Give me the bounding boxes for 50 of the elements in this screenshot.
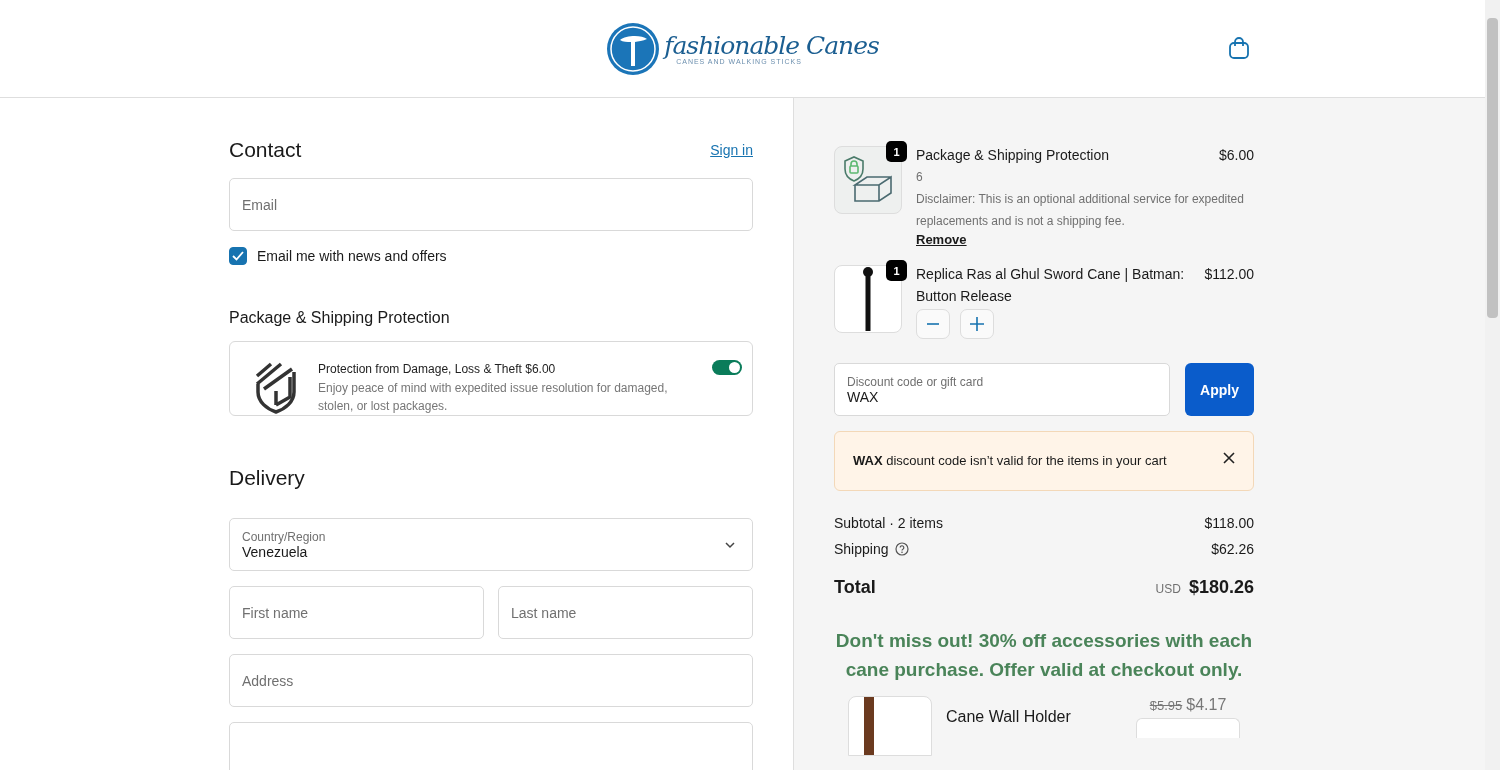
help-icon[interactable] <box>894 542 909 556</box>
protection-heading: Package & Shipping Protection <box>229 309 451 327</box>
first-name-field[interactable]: First name <box>229 586 484 639</box>
shield-box-icon <box>841 155 895 205</box>
chevron-down-icon <box>724 541 736 549</box>
promo-message: Don't miss out! 30% off accessories with each cane purchase. Offer valid at checkout only. <box>834 629 1254 682</box>
subtotal-value: $118.00 <box>1204 515 1254 531</box>
contact-heading: Contact <box>229 138 302 162</box>
total-label: Total <box>834 577 876 598</box>
error-message: WAX discount code isn’t valid for the items in your cart <box>853 452 1168 470</box>
increase-button[interactable] <box>960 309 994 339</box>
shipping-value: $62.26 <box>1211 541 1254 557</box>
discount-field[interactable]: Discount code or gift card WAX <box>834 363 1170 416</box>
cane-drawing <box>861 267 875 331</box>
delivery-heading: Delivery <box>229 466 306 490</box>
product-name: Cane Wall Holder <box>946 708 1072 726</box>
apply-button[interactable]: Apply <box>1185 363 1254 416</box>
item-name: Replica Ras al Ghul Sword Cane | Batman: Button Release <box>916 265 1185 306</box>
close-icon[interactable] <box>1223 452 1235 464</box>
checkbox[interactable] <box>229 247 247 265</box>
shopping-bag-icon[interactable] <box>1228 36 1250 60</box>
plus-icon <box>969 316 985 332</box>
address-field[interactable]: Address <box>229 654 753 707</box>
item-price: $6.00 <box>1218 146 1254 165</box>
email-field[interactable]: Email <box>229 178 753 231</box>
item-name: Package & Shipping Protection <box>916 146 1109 165</box>
sign-in-link[interactable]: Sign in <box>710 142 753 158</box>
protection-title: Protection from Damage, Loss & Theft $6.00 <box>318 362 557 376</box>
last-name-field[interactable]: Last name <box>498 586 753 639</box>
item-price: $112.00 <box>1204 265 1254 284</box>
input-field[interactable] <box>229 722 753 770</box>
sale-price: $4.17 <box>1186 696 1227 714</box>
remove-link[interactable]: Remove <box>916 232 967 247</box>
currency-code: USD <box>1155 582 1181 596</box>
original-price: $5.95 <box>1149 697 1183 713</box>
shield-icon <box>254 362 298 414</box>
quantity-badge: 1 <box>886 141 907 162</box>
subtotal-label: Subtotal · 2 items <box>834 515 943 531</box>
item-variant: 6 <box>916 169 924 186</box>
logo-title: fashionable Canes <box>664 32 879 58</box>
country-select[interactable]: Country/Region Venezuela <box>229 518 753 571</box>
quantity-badge: 1 <box>886 260 907 281</box>
shipping-label: Shipping <box>834 541 889 557</box>
decrease-button[interactable] <box>916 309 950 339</box>
item-note: Disclaimer: This is an optional additional service for expedited replacements and is not a shipping fee. <box>916 191 1245 230</box>
protection-description: Enjoy peace of mind with expedited issue resolution for damaged, stolen, or lost packages. <box>318 380 669 415</box>
total-value: $180.26 <box>1188 577 1254 598</box>
cane-logo-icon <box>606 21 661 76</box>
checkbox-label: Email me with news and offers <box>257 248 447 264</box>
protection-toggle[interactable] <box>712 360 742 375</box>
